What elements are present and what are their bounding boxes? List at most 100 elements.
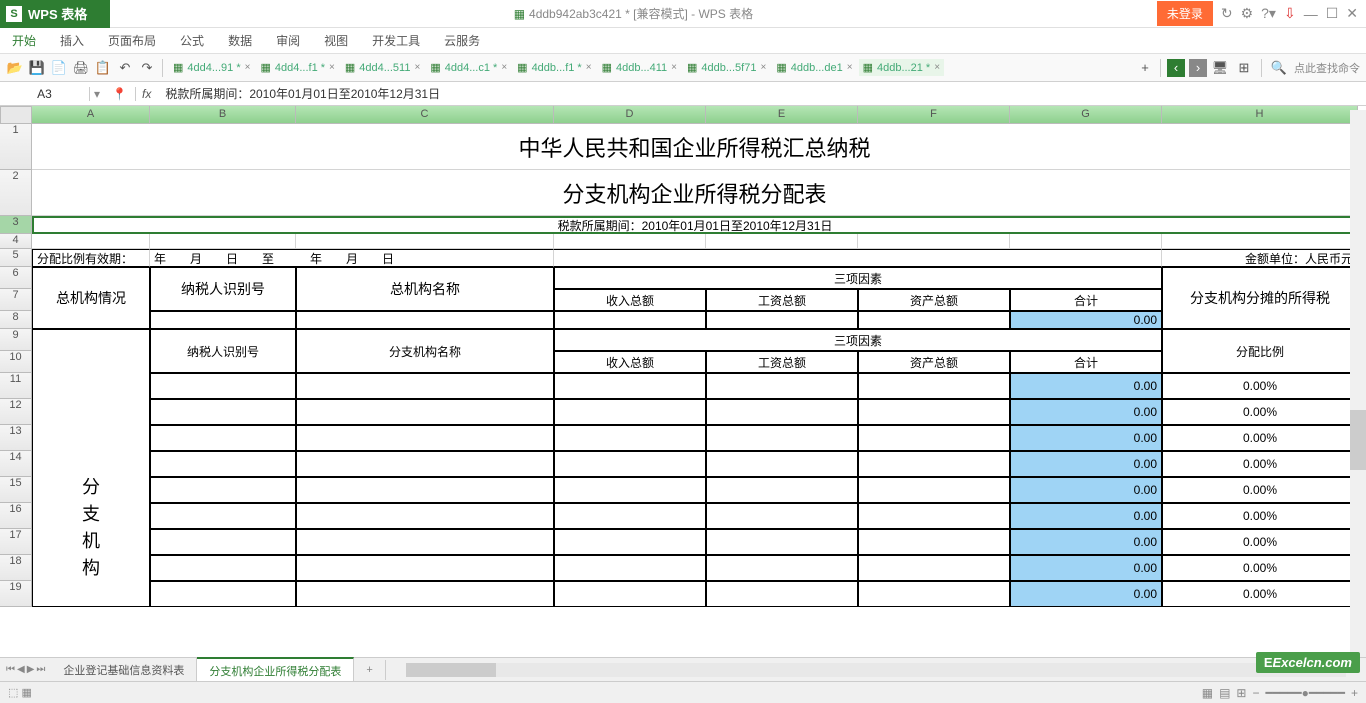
salary-h2[interactable]: 工资总额 bbox=[706, 351, 858, 373]
cell-d15[interactable] bbox=[554, 477, 706, 503]
assets-h2[interactable]: 资产总额 bbox=[858, 351, 1010, 373]
cell-C4[interactable] bbox=[296, 234, 554, 249]
cell-f17[interactable] bbox=[858, 529, 1010, 555]
sync-icon[interactable]: ↻ bbox=[1221, 5, 1233, 22]
cell-e12[interactable] bbox=[706, 399, 858, 425]
cell-b8[interactable] bbox=[150, 311, 296, 329]
row-header-10[interactable]: 10 bbox=[0, 351, 32, 373]
branch-vert[interactable]: 分 支 机 构 bbox=[32, 329, 150, 607]
select-all-corner[interactable] bbox=[0, 106, 32, 124]
grid-icon[interactable]: ⊞ bbox=[1235, 59, 1253, 77]
title-2[interactable]: 分支机构企业所得税分配表 bbox=[32, 170, 1358, 216]
menu-start[interactable]: 开始 bbox=[12, 32, 36, 49]
cell-c19[interactable] bbox=[296, 581, 554, 607]
row-header-1[interactable]: 1 bbox=[0, 124, 32, 170]
cell-H4[interactable] bbox=[1162, 234, 1358, 249]
doctab-6[interactable]: ▦4ddb...5f71× bbox=[683, 59, 770, 76]
cell-d18[interactable] bbox=[554, 555, 706, 581]
pct-17[interactable]: 0.00% bbox=[1162, 529, 1358, 555]
cell-d16[interactable] bbox=[554, 503, 706, 529]
row-header-19[interactable]: 19 bbox=[0, 581, 32, 607]
restore-icon[interactable]: ⇩ bbox=[1284, 5, 1296, 22]
formula-content[interactable]: 税款所属期间：2010年01月01日至2010年12月31日 bbox=[157, 85, 1366, 102]
main-name-h[interactable]: 总机构名称 bbox=[296, 267, 554, 311]
row-header-4[interactable]: 4 bbox=[0, 234, 32, 249]
menu-cloud[interactable]: 云服务 bbox=[444, 32, 480, 49]
cell-e11[interactable] bbox=[706, 373, 858, 399]
row-header-17[interactable]: 17 bbox=[0, 529, 32, 555]
row-header-15[interactable]: 15 bbox=[0, 477, 32, 503]
tax-id-h2[interactable]: 纳税人识别号 bbox=[150, 329, 296, 373]
close-icon[interactable]: × bbox=[847, 62, 853, 73]
row-header-16[interactable]: 16 bbox=[0, 503, 32, 529]
col-header-F[interactable]: F bbox=[858, 106, 1010, 124]
total-17[interactable]: 0.00 bbox=[1010, 529, 1162, 555]
cell-c13[interactable] bbox=[296, 425, 554, 451]
redo-icon[interactable]: ↷ bbox=[138, 59, 156, 77]
cell-d17[interactable] bbox=[554, 529, 706, 555]
close-icon[interactable]: × bbox=[671, 62, 677, 73]
pct-11[interactable]: 0.00% bbox=[1162, 373, 1358, 399]
cell-f12[interactable] bbox=[858, 399, 1010, 425]
cell-d13[interactable] bbox=[554, 425, 706, 451]
close-icon[interactable]: × bbox=[501, 62, 507, 73]
total-h[interactable]: 合计 bbox=[1010, 289, 1162, 311]
menu-insert[interactable]: 插入 bbox=[60, 32, 84, 49]
total-18[interactable]: 0.00 bbox=[1010, 555, 1162, 581]
cell-e15[interactable] bbox=[706, 477, 858, 503]
paste-icon[interactable]: 📋 bbox=[94, 59, 112, 77]
doctab-8[interactable]: ▦4ddb...21 *× bbox=[859, 59, 944, 76]
total-13[interactable]: 0.00 bbox=[1010, 425, 1162, 451]
row-header-11[interactable]: 11 bbox=[0, 373, 32, 399]
cell-f18[interactable] bbox=[858, 555, 1010, 581]
row-header-2[interactable]: 2 bbox=[0, 170, 32, 216]
col-header-C[interactable]: C bbox=[296, 106, 554, 124]
title-1[interactable]: 中华人民共和国企业所得税汇总纳税 bbox=[32, 124, 1358, 170]
cellref-dropdown-icon[interactable]: ▾ bbox=[90, 87, 104, 101]
menu-review[interactable]: 审阅 bbox=[276, 32, 300, 49]
cell-f15[interactable] bbox=[858, 477, 1010, 503]
horizontal-scrollbar[interactable] bbox=[406, 663, 1346, 677]
income-h[interactable]: 收入总额 bbox=[554, 289, 706, 311]
col-header-D[interactable]: D bbox=[554, 106, 706, 124]
menu-data[interactable]: 数据 bbox=[228, 32, 252, 49]
cell-b19[interactable] bbox=[150, 581, 296, 607]
search-icon[interactable]: 🔍 bbox=[1270, 59, 1288, 77]
vscroll-thumb[interactable] bbox=[1350, 410, 1366, 470]
sheet-next-icon[interactable]: ▶ bbox=[27, 664, 35, 675]
cell-e18[interactable] bbox=[706, 555, 858, 581]
fx-icon[interactable]: fx bbox=[136, 87, 157, 101]
spreadsheet[interactable]: ABCDEFGH 12345678910111213141516171819 中… bbox=[0, 106, 1366, 666]
cell-b12[interactable] bbox=[150, 399, 296, 425]
total-11[interactable]: 0.00 bbox=[1010, 373, 1162, 399]
cell-B4[interactable] bbox=[150, 234, 296, 249]
undo-icon[interactable]: ↶ bbox=[116, 59, 134, 77]
branch-tax-h[interactable]: 分支机构分摊的所得税 bbox=[1162, 267, 1358, 329]
cell-b11[interactable] bbox=[150, 373, 296, 399]
menu-dev[interactable]: 开发工具 bbox=[372, 32, 420, 49]
row-header-9[interactable]: 9 bbox=[0, 329, 32, 351]
cell-d11[interactable] bbox=[554, 373, 706, 399]
sheet-tab-1[interactable]: 企业登记基础信息资料表 bbox=[51, 658, 197, 682]
close-icon[interactable]: ✕ bbox=[1346, 5, 1358, 22]
cell-f13[interactable] bbox=[858, 425, 1010, 451]
zoom-out-icon[interactable]: − bbox=[1252, 686, 1259, 700]
sheet-tab-2[interactable]: 分支机构企业所得税分配表 bbox=[197, 657, 354, 683]
doctab-4[interactable]: ▦4ddb...f1 *× bbox=[513, 59, 595, 76]
three-factors-h2[interactable]: 三项因素 bbox=[554, 329, 1162, 351]
cell-e14[interactable] bbox=[706, 451, 858, 477]
doctab-1[interactable]: ▦4dd4...f1 *× bbox=[256, 59, 338, 76]
save-icon[interactable]: 💾 bbox=[28, 59, 46, 77]
close-icon[interactable]: × bbox=[245, 62, 251, 73]
cell-c15[interactable] bbox=[296, 477, 554, 503]
pct-18[interactable]: 0.00% bbox=[1162, 555, 1358, 581]
total-12[interactable]: 0.00 bbox=[1010, 399, 1162, 425]
menu-formula[interactable]: 公式 bbox=[180, 32, 204, 49]
print-preview-icon[interactable]: 📄 bbox=[50, 59, 68, 77]
cell-f11[interactable] bbox=[858, 373, 1010, 399]
row-header-13[interactable]: 13 bbox=[0, 425, 32, 451]
total-main[interactable]: 0.00 bbox=[1010, 311, 1162, 329]
cell-b17[interactable] bbox=[150, 529, 296, 555]
sheet-add-icon[interactable]: + bbox=[354, 660, 385, 680]
three-factors-h[interactable]: 三项因素 bbox=[554, 267, 1162, 289]
